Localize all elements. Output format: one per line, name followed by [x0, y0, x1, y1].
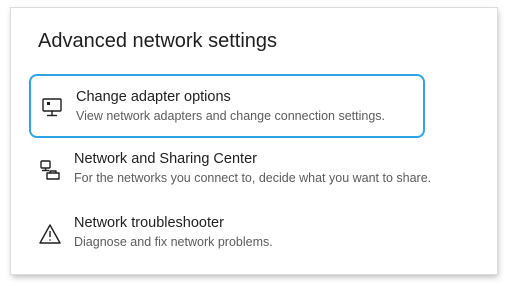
network-sharing-center-title: Network and Sharing Center — [74, 151, 257, 167]
advanced-network-settings-panel: Advanced network settings Change adapter… — [11, 8, 497, 274]
network-sharing-icon — [38, 158, 62, 182]
network-sharing-center-item[interactable]: Network and Sharing Center For the netwo… — [29, 138, 431, 202]
monitor-network-icon — [40, 96, 64, 120]
network-troubleshooter-description: Diagnose and fix network problems. — [74, 235, 273, 249]
change-adapter-options-description: View network adapters and change connect… — [76, 109, 385, 123]
network-sharing-center-description: For the networks you connect to, decide … — [74, 171, 432, 185]
change-adapter-options-item[interactable]: Change adapter options View network adap… — [29, 74, 425, 138]
network-troubleshooter-item[interactable]: Network troubleshooter Diagnose and fix … — [29, 202, 425, 266]
warning-triangle-icon — [38, 222, 62, 246]
page-title: Advanced network settings — [38, 30, 278, 52]
change-adapter-options-title: Change adapter options — [76, 89, 231, 105]
network-troubleshooter-title: Network troubleshooter — [74, 215, 224, 231]
